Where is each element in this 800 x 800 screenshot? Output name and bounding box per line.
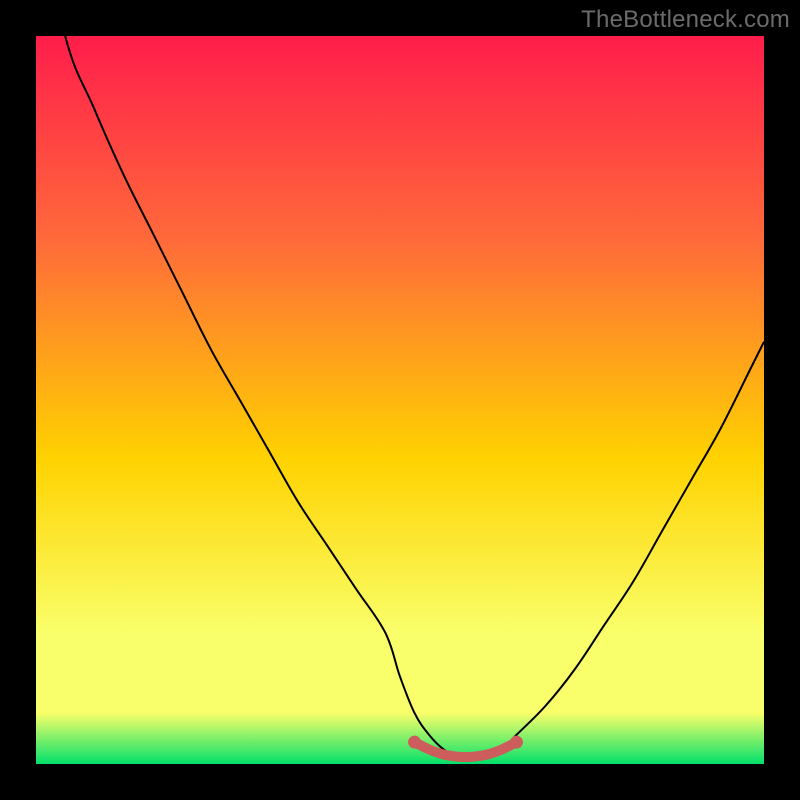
gradient-background	[36, 36, 764, 764]
plot-area	[36, 36, 764, 764]
chart-stage: TheBottleneck.com	[0, 0, 800, 800]
watermark-text: TheBottleneck.com	[581, 6, 790, 34]
plot-svg	[36, 36, 764, 764]
marker-endpoint-dot	[510, 736, 523, 749]
marker-endpoint-dot	[408, 736, 421, 749]
